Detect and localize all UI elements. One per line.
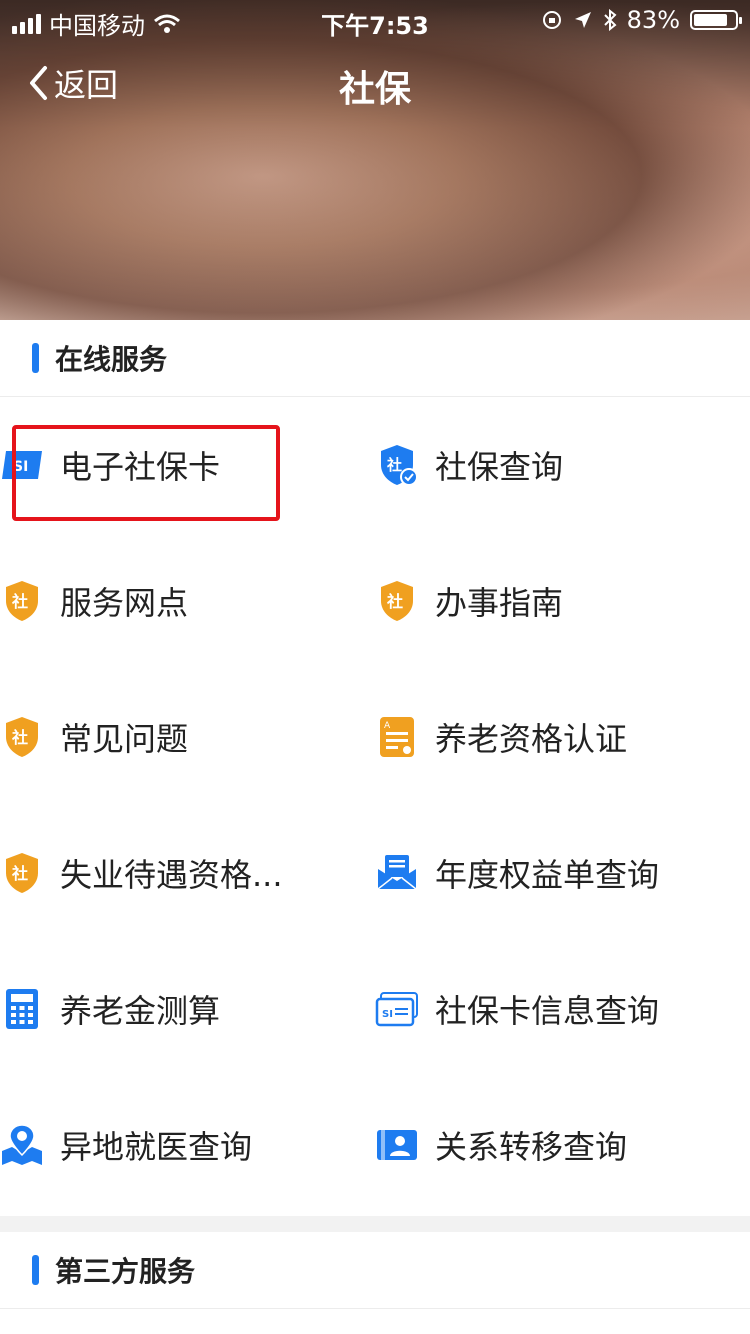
service-item-si-query[interactable]: 社 社保查询	[375, 397, 750, 533]
shield-she-icon: 社	[375, 579, 419, 623]
svg-text:A: A	[384, 721, 391, 731]
section-accent-bar	[32, 1255, 39, 1285]
third-party-section: 第三方服务	[0, 1232, 750, 1334]
bluetooth-icon	[603, 9, 617, 31]
service-item-remote-medical-query[interactable]: 异地就医查询	[0, 1077, 375, 1213]
svg-text:社: 社	[11, 864, 28, 883]
service-item-annual-statement[interactable]: 年度权益单查询	[375, 805, 750, 941]
shield-check-icon: 社	[375, 443, 419, 487]
si-card-outline-icon: SI	[375, 987, 419, 1031]
section-header: 第三方服务	[0, 1232, 750, 1309]
svg-text:SI: SI	[382, 1009, 393, 1020]
service-item-unemployment-qualification[interactable]: 社 失业待遇资格...	[0, 805, 375, 941]
shield-she-icon: 社	[0, 579, 44, 623]
online-services-section: 在线服务 SI 电子社保卡 社 社保查询 社 服务网点 社 办事指南 社 常见问…	[0, 320, 750, 1216]
svg-text:社: 社	[386, 592, 403, 611]
battery-percent: 83%	[626, 6, 680, 34]
contact-card-icon	[375, 1123, 419, 1167]
header-banner-image	[0, 0, 750, 320]
section-header: 在线服务	[0, 320, 750, 397]
location-arrow-icon	[574, 12, 591, 28]
highlight-box	[12, 425, 280, 521]
section-accent-bar	[32, 343, 39, 373]
section-title: 在线服务	[55, 343, 168, 376]
service-item-pension-calculator[interactable]: 养老金测算	[0, 941, 375, 1077]
battery-icon	[690, 10, 742, 30]
svg-text:社: 社	[386, 456, 402, 474]
certificate-icon: A	[375, 715, 419, 759]
service-item-si-card-info-query[interactable]: SI 社保卡信息查询	[375, 941, 750, 1077]
service-item-guide[interactable]: 社 办事指南	[375, 533, 750, 669]
map-pin-icon	[0, 1123, 44, 1167]
service-item-electronic-si-card[interactable]: SI 电子社保卡	[0, 397, 375, 533]
service-item-pension-certification[interactable]: A 养老资格认证	[375, 669, 750, 805]
envelope-icon	[375, 851, 419, 895]
shield-she-icon: 社	[0, 715, 44, 759]
service-item-transfer-query[interactable]: 关系转移查询	[375, 1077, 750, 1213]
service-grid: SI 电子社保卡 社 社保查询 社 服务网点 社 办事指南 社 常见问题 A 养…	[0, 397, 750, 1213]
shield-she-icon: 社	[0, 851, 44, 895]
calculator-icon	[0, 987, 44, 1031]
page-title: 社保	[338, 69, 411, 110]
navigation-bar: 返回 社保	[0, 50, 750, 120]
section-title: 第三方服务	[55, 1255, 196, 1288]
status-bar: 中国移动 下午7:53 83%	[0, 0, 750, 40]
rotation-lock-icon	[542, 11, 561, 29]
svg-text:社: 社	[11, 592, 28, 611]
service-item-service-outlets[interactable]: 社 服务网点	[0, 533, 375, 669]
service-item-faq[interactable]: 社 常见问题	[0, 669, 375, 805]
svg-text:社: 社	[11, 728, 28, 747]
